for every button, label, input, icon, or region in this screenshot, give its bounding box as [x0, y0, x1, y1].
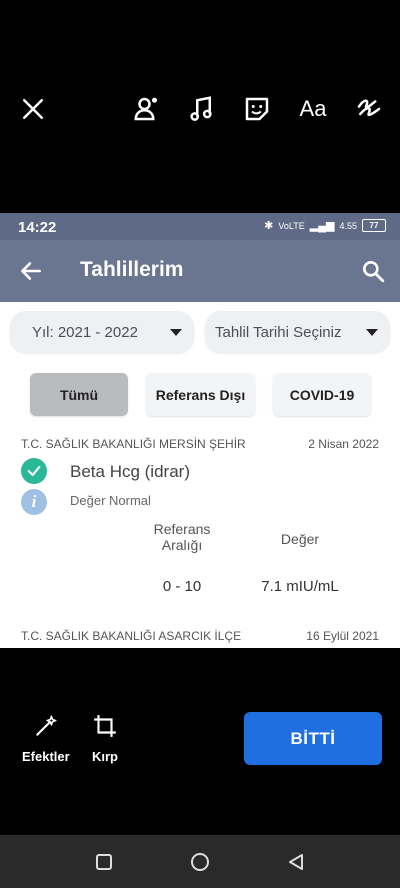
story-image: 14:22 ✱ VoLTE ▂▄▆ 4.55 77 Tahlillerim Yı…	[0, 213, 400, 648]
institution-name: T.C. SAĞLIK BAKANLIĞI MERSİN ŞEHİR	[21, 437, 246, 451]
sticker-icon[interactable]	[240, 92, 274, 126]
tab-all[interactable]: Tümü	[30, 373, 128, 416]
close-icon[interactable]	[16, 92, 50, 126]
result-card-header[interactable]: T.C. SAĞLIK BAKANLIĞI ASARCIK İLÇE 16 Ey…	[21, 629, 379, 643]
crop-icon	[94, 715, 116, 737]
tab-out-of-range-label: Referans Dışı	[155, 386, 246, 403]
info-icon[interactable]: i	[21, 489, 47, 515]
search-icon[interactable]	[360, 258, 386, 284]
back-arrow-icon[interactable]	[18, 258, 44, 284]
test-name[interactable]: Beta Hcg (idrar)	[70, 462, 190, 482]
tag-person-icon[interactable]	[130, 92, 164, 126]
result-card-header[interactable]: T.C. SAĞLIK BAKANLIĞI MERSİN ŞEHİR 2 Nis…	[21, 437, 379, 451]
crop-label: Kırp	[92, 749, 118, 764]
status-bar: 14:22 ✱ VoLTE ▂▄▆ 4.55 77	[0, 213, 400, 240]
chevron-down-icon	[170, 328, 182, 336]
test-status: Değer Normal	[70, 493, 151, 508]
effects-button[interactable]: Efektler	[22, 713, 70, 764]
done-button[interactable]: BİTTİ	[244, 712, 382, 765]
result-date: 16 Eylül 2021	[306, 629, 379, 643]
result-value: 7.1 mIU/mL	[261, 578, 339, 595]
bluetooth-icon: ✱	[264, 220, 274, 232]
page-title: Tahlillerim	[80, 258, 184, 281]
tab-all-label: Tümü	[59, 386, 99, 403]
back-icon[interactable]	[285, 851, 307, 873]
magic-wand-icon	[36, 715, 57, 736]
draw-icon[interactable]	[352, 92, 386, 126]
recents-icon[interactable]	[93, 851, 115, 873]
year-select-value: Yıl: 2021 - 2022	[32, 323, 138, 341]
check-icon	[21, 458, 47, 484]
value-header: Değer	[280, 531, 320, 547]
done-label: BİTTİ	[290, 728, 336, 748]
crop-button[interactable]: Kırp	[92, 713, 118, 764]
institution-name: T.C. SAĞLIK BAKANLIĞI ASARCIK İLÇE	[21, 629, 242, 643]
reference-range-value: 0 - 10	[162, 578, 202, 595]
volte-icon: VoLTE	[278, 220, 305, 231]
network-speed: 4.55	[339, 220, 357, 231]
text-tool-label: Aa	[299, 96, 327, 121]
music-icon[interactable]	[184, 92, 218, 126]
tab-out-of-range[interactable]: Referans Dışı	[146, 373, 255, 416]
navigation-bar	[0, 835, 400, 888]
year-select[interactable]: Yıl: 2021 - 2022	[10, 311, 194, 353]
tab-covid[interactable]: COVID-19	[273, 373, 371, 416]
reference-range-header: Referans Aralığı	[153, 521, 211, 553]
signal-icon: ▂▄▆	[309, 220, 335, 232]
result-date: 2 Nisan 2022	[308, 437, 379, 451]
app-header: Tahlillerim	[0, 240, 400, 302]
text-icon[interactable]: Aa	[296, 92, 330, 126]
tab-covid-label: COVID-19	[289, 386, 355, 403]
status-time: 14:22	[18, 219, 57, 236]
chevron-down-icon	[366, 328, 378, 336]
effects-label: Efektler	[22, 749, 70, 764]
home-icon[interactable]	[189, 851, 211, 873]
date-select[interactable]: Tahlil Tarihi Seçiniz	[205, 311, 390, 353]
battery-icon: 77	[362, 219, 386, 232]
date-select-value: Tahlil Tarihi Seçiniz	[215, 323, 342, 341]
